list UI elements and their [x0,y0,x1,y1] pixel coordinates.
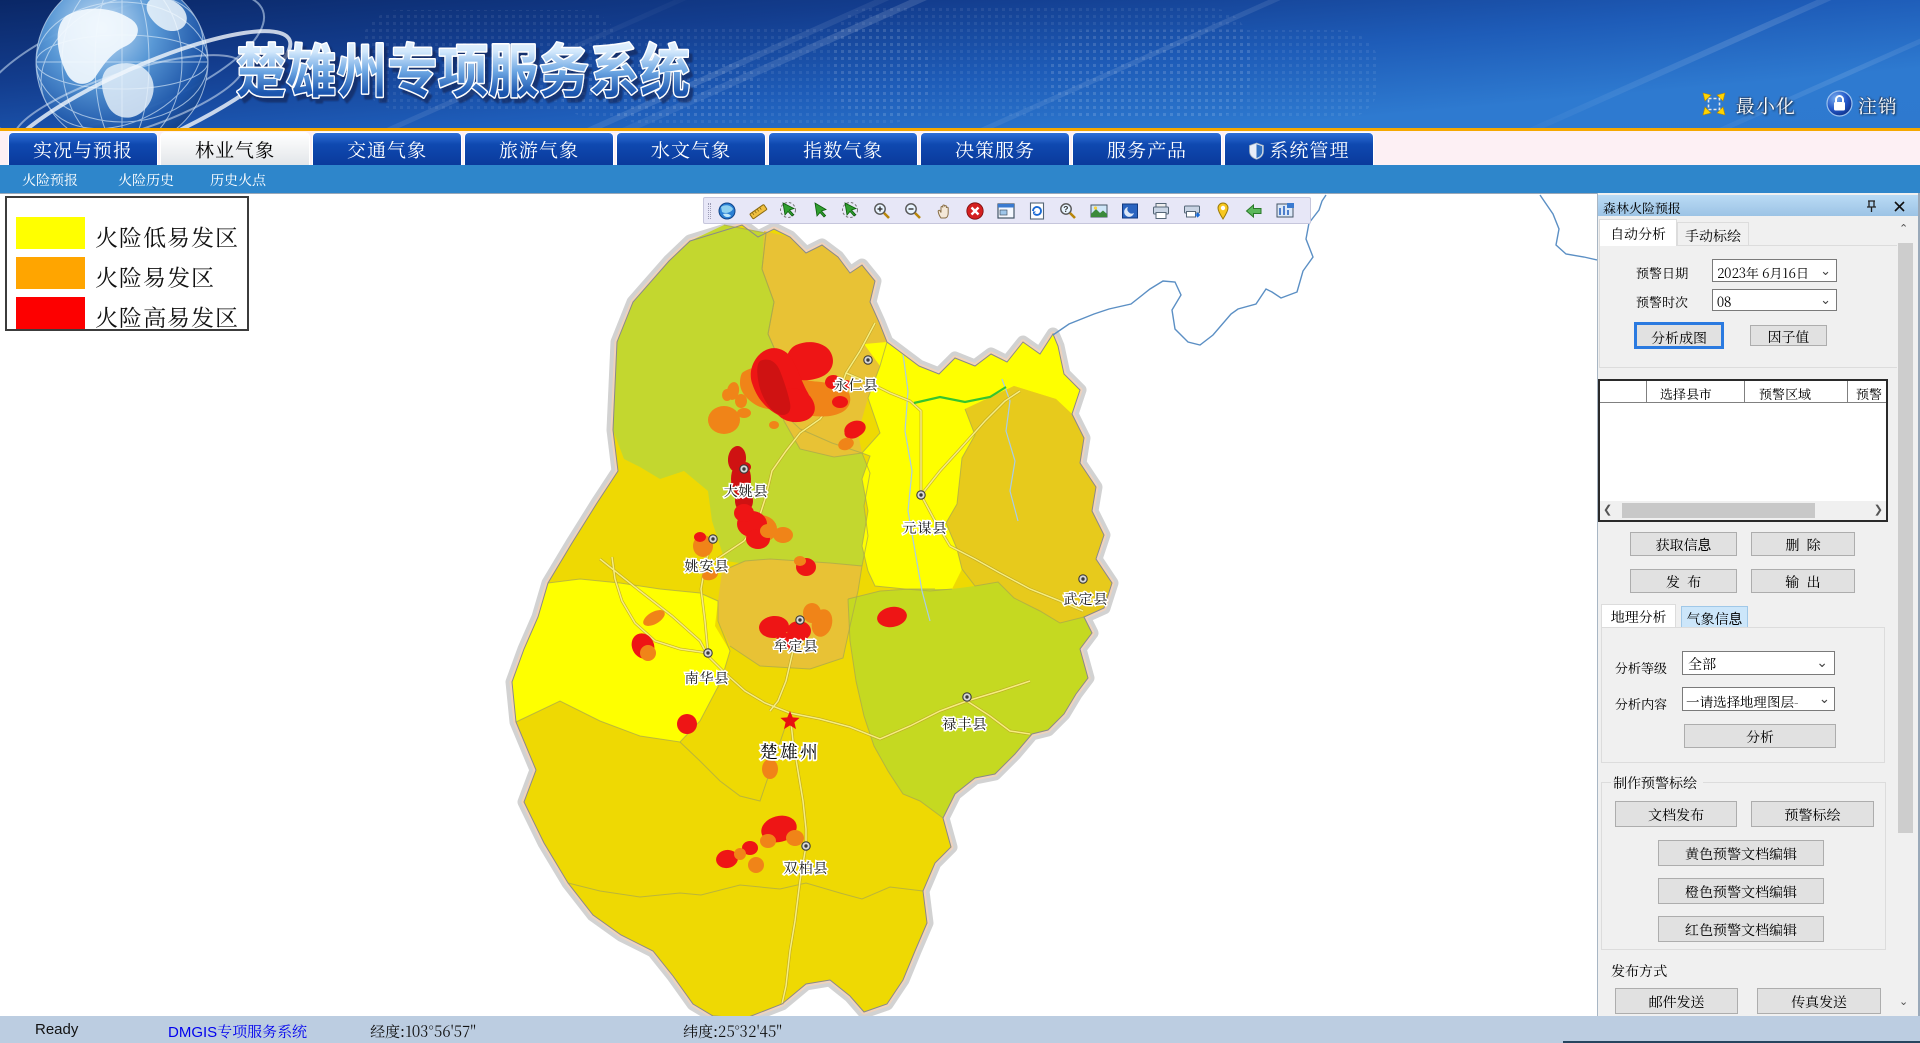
svg-text:元谋县: 元谋县 [903,518,948,538]
svg-text:武定县: 武定县 [1064,589,1109,609]
svg-text:?: ? [1063,204,1068,214]
svg-text:姚安县: 姚安县 [685,556,730,576]
svg-text:南华县: 南华县 [685,668,730,688]
svg-text:禄丰县: 禄丰县 [943,714,988,734]
svg-text:永仁县: 永仁县 [834,375,879,395]
svg-text:楚雄州: 楚雄州 [760,738,820,764]
svg-text:大姚县: 大姚县 [724,481,769,501]
svg-text:牟定县: 牟定县 [774,636,819,656]
svg-text:双柏县: 双柏县 [784,858,829,878]
svg-text:楚雄州专项服务系统: 楚雄州专项服务系统 [236,34,690,109]
